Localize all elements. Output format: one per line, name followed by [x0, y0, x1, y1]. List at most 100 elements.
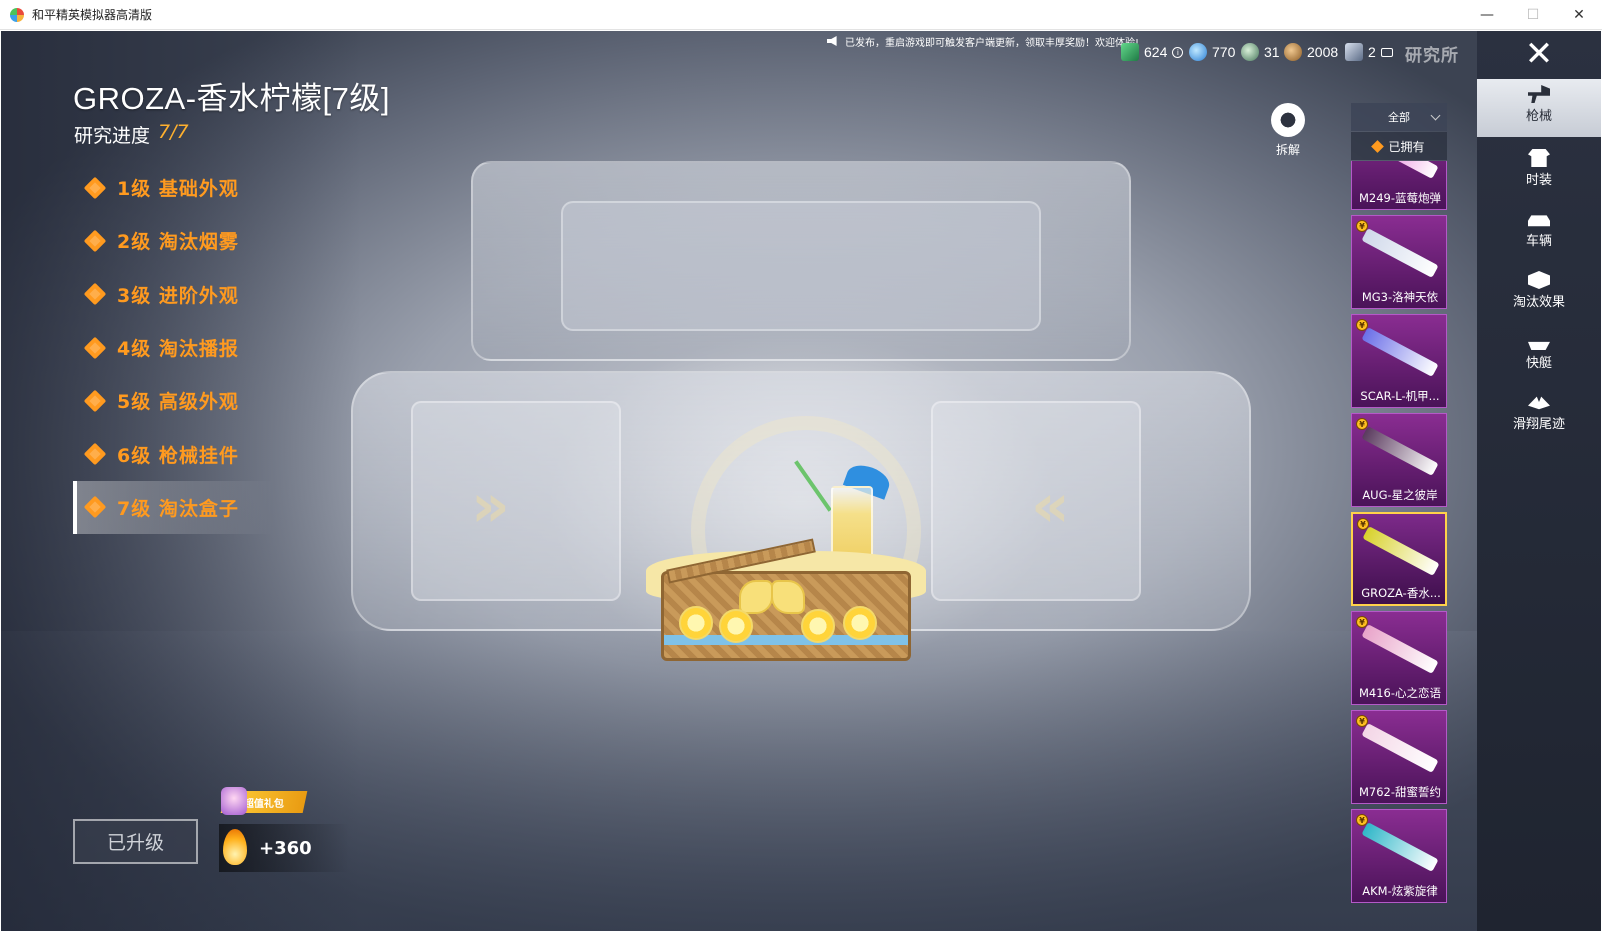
currency-jade[interactable]: 624 i	[1121, 39, 1184, 65]
window-close-button[interactable]: ✕	[1556, 0, 1602, 30]
currency-card[interactable]: 2	[1345, 39, 1393, 65]
diamond-icon	[1371, 139, 1385, 153]
chevron-right-decoration-icon: »	[471, 471, 510, 541]
level-item-1[interactable]: 1级 基础外观	[73, 161, 273, 214]
announcement-bar[interactable]: 已发布，重启游戏即可触发客户端更新，领取丰厚奖励！欢迎体验!	[827, 33, 1139, 49]
car-icon	[1528, 215, 1550, 227]
gun-name: M416-心之恋语	[1358, 686, 1442, 700]
nav-label: 快艇	[1525, 356, 1552, 371]
currency-value: 770	[1212, 44, 1236, 60]
research-progress: 研究进度 7/7	[74, 121, 189, 148]
box-icon	[1528, 271, 1550, 289]
level-item-5[interactable]: 5级 高级外观	[73, 374, 273, 427]
gun-card[interactable]: M249-蓝莓炮弹	[1351, 161, 1447, 210]
upgraded-button[interactable]: 已升级	[73, 819, 198, 864]
filter-dropdown[interactable]: 全部	[1351, 103, 1447, 131]
gun-card[interactable]: ¥ AUG-星之彼岸	[1351, 413, 1447, 507]
diamond-icon	[83, 389, 107, 413]
gun-card-selected[interactable]: ¥ GROZA-香水...	[1351, 512, 1447, 606]
nav-tab-outfits[interactable]: 时装	[1477, 143, 1601, 201]
gun-art	[1361, 426, 1439, 476]
boat-icon	[1528, 341, 1550, 350]
nav-tab-speedboats[interactable]: 快艇	[1477, 326, 1601, 384]
gun-card[interactable]: ¥ M762-甜蜜誓约	[1351, 710, 1447, 804]
jade-ticket-icon	[1121, 43, 1139, 61]
gun-art	[1361, 624, 1439, 674]
gun-card[interactable]: ¥ AKM-炫紫旋律	[1351, 809, 1447, 903]
ticket-icon	[1380, 47, 1393, 57]
currency-value: 2	[1368, 44, 1376, 60]
level-label: 6级 枪械挂件	[117, 444, 239, 467]
level-item-4[interactable]: 4级 淘汰播报	[73, 321, 273, 374]
currency-globe[interactable]: 770	[1189, 39, 1235, 65]
gun-art	[1362, 526, 1440, 576]
level-item-6[interactable]: 6级 枪械挂件	[73, 427, 273, 480]
gun-name: MG3-洛神天依	[1361, 290, 1439, 304]
gun-art	[1361, 723, 1439, 773]
diamond-icon	[83, 282, 107, 306]
close-icon[interactable]: ✕	[1477, 31, 1601, 77]
dismantle-label: 拆解	[1275, 143, 1300, 157]
gun-name: M249-蓝莓炮弹	[1358, 191, 1442, 205]
chevron-down-icon	[1430, 110, 1441, 121]
outfit-icon	[1528, 149, 1550, 167]
nav-label: 车辆	[1525, 234, 1552, 249]
maximize-button[interactable]: ☐	[1510, 0, 1556, 30]
diamond-icon	[83, 336, 107, 359]
nav-label: 滑翔尾迹	[1512, 417, 1565, 432]
hall-panel-left	[411, 401, 621, 601]
currency-medal[interactable]: 31	[1241, 39, 1280, 65]
gift-pack-label: 超值礼包	[244, 798, 284, 810]
diamond-icon	[83, 176, 107, 199]
bronze-coin-icon	[1284, 43, 1302, 61]
diamond-icon	[83, 229, 107, 253]
level-item-7[interactable]: 7级 淘汰盒子	[73, 480, 273, 535]
minimize-button[interactable]: —	[1464, 0, 1510, 30]
gun-art	[1361, 327, 1439, 377]
speaker-icon	[827, 36, 837, 46]
lab-label: 研究所	[1405, 46, 1459, 66]
medal-icon	[1241, 43, 1259, 61]
gun-skin-list[interactable]: M249-蓝莓炮弹 ¥ MG3-洛神天依 ¥ SCAR-L-机甲... ¥ AU…	[1351, 161, 1447, 931]
filter-value: 全部	[1388, 111, 1410, 124]
glider-icon	[1528, 396, 1550, 410]
info-icon[interactable]: i	[1172, 46, 1184, 58]
diamond-icon	[83, 442, 107, 466]
currency-bronze[interactable]: 2008	[1284, 39, 1338, 65]
dismantle-button[interactable]: 拆解	[1266, 103, 1310, 158]
currency-value: 31	[1264, 44, 1280, 60]
game-viewport: » « GROZA-香水柠檬[7级] 研究进度 7/7 1级 基础外观 2级 淘…	[1, 31, 1601, 931]
level-label: 2级 淘汰烟雾	[117, 231, 239, 254]
heat-value: +360	[259, 837, 312, 859]
gun-card[interactable]: ¥ SCAR-L-机甲...	[1351, 314, 1447, 408]
gift-pack-icon	[221, 787, 247, 815]
lemon-slice	[843, 606, 877, 640]
level-label: 4级 淘汰播报	[117, 338, 239, 361]
gun-art	[1361, 228, 1439, 278]
gun-art	[1361, 822, 1439, 872]
gun-name: AUG-星之彼岸	[1362, 488, 1438, 502]
heat-reward: +360	[219, 824, 349, 872]
progress-label: 研究进度	[74, 125, 151, 147]
puzzle-icon	[1271, 103, 1305, 137]
level-list: 1级 基础外观 2级 淘汰烟雾 3级 进阶外观 4级 淘汰播报 5级 高级外观 …	[73, 161, 273, 535]
nav-tab-elimination-effects[interactable]: 淘汰效果	[1477, 265, 1601, 323]
owned-label: 已拥有	[1388, 139, 1425, 154]
level-label: 7级 淘汰盒子	[117, 497, 239, 520]
level-item-2[interactable]: 2级 淘汰烟雾	[73, 214, 273, 267]
level-item-3[interactable]: 3级 进阶外观	[73, 268, 273, 321]
owned-toggle[interactable]: 已拥有	[1351, 132, 1447, 160]
nav-tab-glide-trails[interactable]: 滑翔尾迹	[1477, 387, 1601, 445]
app-window: 和平精英模拟器高清版 — ☐ ✕ » « GROZA-香水柠檬[7级] 研究进度	[0, 0, 1602, 932]
nav-tab-vehicles[interactable]: 车辆	[1477, 204, 1601, 262]
chevron-left-decoration-icon: «	[1031, 471, 1070, 541]
gun-name: AKM-炫紫旋律	[1362, 884, 1438, 898]
nav-label: 淘汰效果	[1512, 295, 1565, 310]
gun-icon	[1528, 85, 1550, 103]
gun-art	[1361, 161, 1439, 179]
gun-card[interactable]: ¥ MG3-洛神天依	[1351, 215, 1447, 309]
gun-card[interactable]: ¥ M416-心之恋语	[1351, 611, 1447, 705]
item-title: GROZA-香水柠檬[7级]	[73, 81, 391, 116]
nav-tab-guns[interactable]: 枪械	[1477, 79, 1601, 137]
level-label: 1级 基础外观	[117, 178, 239, 201]
